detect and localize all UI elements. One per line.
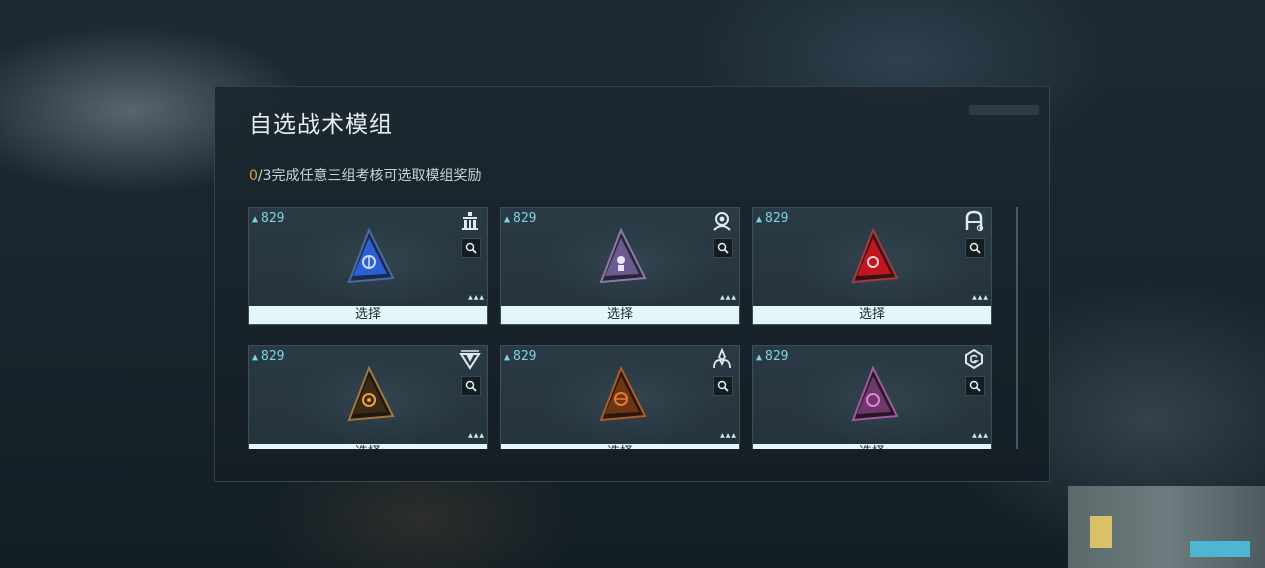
module-count: ▲ 829 (504, 349, 537, 364)
module-card[interactable]: ▲829 ▲▲▲ 选择 (248, 345, 488, 449)
droplet-icon: ▲ (504, 214, 511, 225)
module-card[interactable]: ▲829 ▲▲▲ 选择 (752, 345, 992, 449)
zoom-button[interactable] (965, 238, 985, 258)
select-button[interactable]: 选择 (249, 306, 487, 324)
zoom-button[interactable] (713, 238, 733, 258)
magnifier-icon (969, 380, 981, 392)
select-button[interactable]: 选择 (501, 306, 739, 324)
magnifier-icon (717, 242, 729, 254)
magnifier-icon (717, 380, 729, 392)
tactical-module-selection-dialog: 自选战术模组 0/3完成任意三组考核可选取模组奖励 ▲ 829 ▲▲▲ 选择 ▲… (214, 86, 1050, 482)
rank-indicator: ▲▲▲ (720, 432, 737, 439)
droplet-icon: ▲ (756, 214, 763, 225)
module-red-icon (851, 228, 899, 284)
diamond-icon (459, 350, 481, 370)
module-grid: ▲ 829 ▲▲▲ 选择 ▲ 829 ▲▲▲ 选择 ▲ 829 ▲▲▲ 选择 ▲… (248, 207, 994, 449)
rank-indicator: ▲▲▲ (972, 432, 989, 439)
scrollbar[interactable] (1016, 207, 1018, 449)
droplet-icon: ▲ (504, 352, 511, 363)
progress-text: /3完成任意三组考核可选取模组奖励 (257, 168, 482, 184)
magnifier-icon (465, 242, 477, 254)
module-card[interactable]: ▲829 ▲▲▲ 选择 (248, 207, 488, 325)
zoom-button[interactable] (965, 376, 985, 396)
module-orange-icon (599, 366, 647, 422)
module-count: ▲ 829 (252, 349, 285, 364)
module-purple-icon (599, 228, 647, 284)
helmet-icon (713, 212, 731, 231)
magnifier-icon (465, 380, 477, 392)
blurred-minimap-corner (1068, 486, 1265, 568)
magnifier-icon (969, 242, 981, 254)
module-gold-icon (347, 366, 395, 422)
hex-g-icon (965, 348, 983, 370)
zoom-button[interactable] (461, 376, 481, 396)
rank-indicator: ▲▲▲ (720, 294, 737, 301)
shield-a-icon (965, 210, 984, 232)
balance-icon (462, 212, 478, 230)
module-card[interactable]: ▲829 ▲▲▲ 选择 (752, 207, 992, 325)
module-count: ▲ 829 (756, 211, 789, 226)
select-button[interactable]: 选择 (753, 444, 991, 449)
zoom-button[interactable] (461, 238, 481, 258)
select-button[interactable]: 选择 (501, 444, 739, 449)
module-count: ▲ 829 (756, 349, 789, 364)
flame-icon (713, 348, 731, 369)
module-pink-icon (851, 366, 899, 422)
module-card[interactable]: ▲829 ▲▲▲ 选择 (500, 345, 740, 449)
module-count: ▲ 829 (504, 211, 537, 226)
select-button[interactable]: 选择 (249, 444, 487, 449)
selection-progress: 0/3完成任意三组考核可选取模组奖励 (249, 165, 482, 185)
zoom-button[interactable] (713, 376, 733, 396)
module-count: ▲ 829 (252, 211, 285, 226)
rank-indicator: ▲▲▲ (468, 294, 485, 301)
droplet-icon: ▲ (252, 352, 259, 363)
yellow-block (1090, 516, 1112, 548)
droplet-icon: ▲ (252, 214, 259, 225)
module-card[interactable]: ▲829 ▲▲▲ 选择 (500, 207, 740, 325)
progress-current: 0 (249, 168, 258, 184)
rank-indicator: ▲▲▲ (972, 294, 989, 301)
dialog-title: 自选战术模组 (249, 112, 393, 138)
droplet-icon: ▲ (756, 352, 763, 363)
panel-decoration (969, 105, 1039, 115)
cyan-block (1190, 541, 1250, 557)
select-button[interactable]: 选择 (753, 306, 991, 324)
rank-indicator: ▲▲▲ (468, 432, 485, 439)
module-blue-icon (347, 228, 395, 284)
